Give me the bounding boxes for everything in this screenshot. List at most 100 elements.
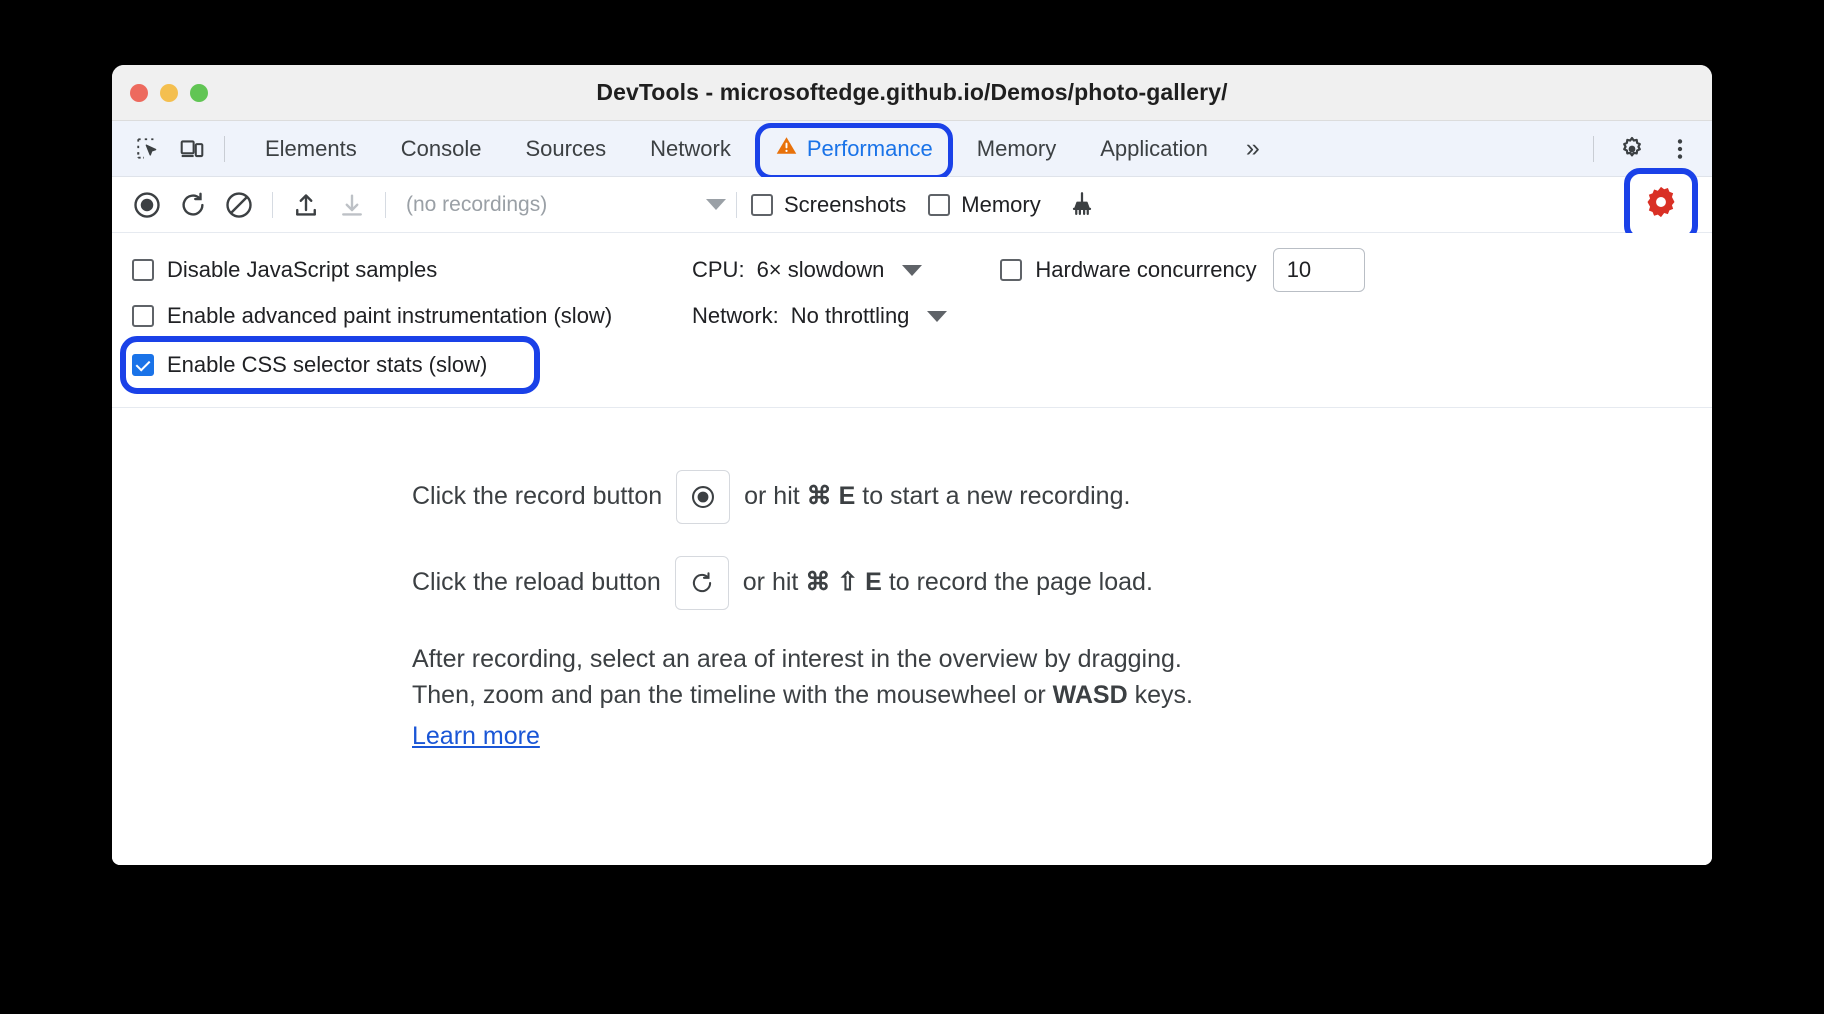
cpu-value[interactable]: 6× slowdown	[757, 257, 885, 283]
hardware-concurrency-label: Hardware concurrency	[1035, 257, 1257, 282]
gear-icon[interactable]	[1610, 127, 1654, 171]
more-tabs-chevron-icon[interactable]: »	[1230, 121, 1274, 176]
reload-shortcut-letter: E	[865, 568, 882, 597]
tab-label: Performance	[806, 135, 933, 161]
tabbar-divider	[224, 135, 225, 162]
tab-sources[interactable]: Sources	[503, 121, 628, 176]
chevron-down-icon	[902, 264, 923, 276]
cpu-label: CPU:	[692, 257, 745, 282]
css-selector-stats-label: Enable CSS selector stats (slow)	[167, 352, 488, 377]
settings-row-3: Enable CSS selector stats (slow)	[112, 336, 1712, 394]
css-selector-stats-box[interactable]	[132, 354, 154, 376]
memory-checkbox[interactable]: Memory	[928, 191, 1041, 218]
window-controls[interactable]	[130, 83, 208, 102]
cpu-dropdown[interactable]	[902, 264, 923, 276]
capture-settings-button[interactable]	[1624, 167, 1698, 242]
network-label: Network:	[692, 303, 779, 328]
tab-label: Sources	[525, 135, 607, 161]
tab-label: Elements	[265, 135, 357, 161]
reload-instruction-suffix: to record the page load.	[888, 568, 1153, 597]
reload-instruction-mid: or hit	[742, 568, 799, 597]
zoom-window-button[interactable]	[190, 83, 208, 102]
devtools-window: DevTools - microsoftedge.github.io/Demos…	[112, 65, 1712, 865]
reload-record-icon[interactable]	[170, 182, 216, 228]
tab-label: Console	[400, 135, 482, 161]
clear-recording-icon[interactable]	[216, 182, 262, 228]
minimize-window-button[interactable]	[160, 83, 178, 102]
reload-record-icon[interactable]	[674, 556, 729, 610]
disable-js-samples-label: Disable JavaScript samples	[167, 257, 438, 282]
tab-label: Memory	[976, 135, 1057, 161]
reload-shortcut-cmd: ⌘	[805, 568, 831, 597]
css-selector-stats-checkbox[interactable]: Enable CSS selector stats (slow)	[132, 352, 487, 378]
record-instruction-mid: or hit	[744, 482, 800, 511]
reload-instruction-prefix: Click the reload button	[412, 568, 661, 597]
capture-settings-pane: Disable JavaScript samples CPU: 6× slowd…	[112, 233, 1712, 408]
settings-row-1: Disable JavaScript samples CPU: 6× slowd…	[112, 247, 1712, 293]
settings-row-2: Enable advanced paint instrumentation (s…	[112, 293, 1712, 339]
screenshots-checkbox[interactable]: Screenshots	[751, 192, 906, 218]
performance-capture-toolbar: (no recordings) Screenshots Memory	[112, 167, 1712, 242]
learn-more-link[interactable]: Learn more	[412, 719, 540, 755]
advanced-paint-box[interactable]	[132, 305, 154, 327]
close-window-button[interactable]	[130, 83, 148, 102]
capture-divider-2	[385, 191, 386, 218]
chevron-down-icon	[927, 310, 948, 322]
performance-landing-page: Click the record button or hit ⌘ E to st…	[112, 408, 1712, 865]
wasd-keys-label: WASD	[1052, 680, 1128, 709]
device-toolbar-icon[interactable]	[170, 127, 214, 171]
tab-memory[interactable]: Memory	[955, 121, 1078, 176]
capture-divider-1	[272, 191, 273, 218]
tab-label: Application	[1100, 135, 1208, 161]
tabbar-right-divider	[1593, 135, 1594, 162]
capture-settings-highlight	[1624, 167, 1698, 242]
disable-js-samples-box[interactable]	[132, 259, 154, 281]
record-button-icon[interactable]	[676, 470, 731, 524]
tab-console[interactable]: Console	[379, 121, 504, 176]
memory-label: Memory	[961, 191, 1041, 217]
window-title: DevTools - microsoftedge.github.io/Demos…	[596, 79, 1228, 105]
chevron-down-icon	[706, 199, 726, 210]
recordings-placeholder-label: (no recordings)	[406, 192, 548, 216]
tab-application[interactable]: Application	[1078, 121, 1230, 176]
tab-list: Elements Console Sources Network Perform…	[243, 121, 1274, 180]
record-button-icon[interactable]	[124, 182, 170, 228]
instructions: Click the record button or hit ⌘ E to st…	[412, 470, 1712, 755]
screenshot-root: DevTools - microsoftedge.github.io/Demos…	[0, 0, 1824, 1014]
hardware-concurrency-input[interactable]: 10	[1272, 248, 1365, 292]
download-profile-icon	[329, 182, 375, 228]
tab-network[interactable]: Network	[628, 121, 753, 176]
tab-elements[interactable]: Elements	[243, 121, 379, 176]
three-dot-menu-icon[interactable]	[1658, 127, 1702, 171]
record-shortcut-keys: ⌘ E	[806, 482, 856, 511]
record-instruction-line: Click the record button or hit ⌘ E to st…	[412, 470, 1712, 524]
overview-help-paragraph: After recording, select an area of inter…	[412, 642, 1712, 755]
inspect-element-icon[interactable]	[126, 127, 170, 171]
capture-divider-3	[736, 191, 737, 218]
overview-help-line-2: Then, zoom and pan the timeline with the…	[412, 678, 1712, 714]
recordings-dropdown[interactable]: (no recordings)	[406, 193, 726, 217]
tab-label: Network	[650, 135, 731, 161]
advanced-paint-label: Enable advanced paint instrumentation (s…	[167, 303, 613, 328]
upload-profile-icon[interactable]	[283, 182, 329, 228]
advanced-paint-checkbox[interactable]: Enable advanced paint instrumentation (s…	[132, 303, 692, 329]
reload-shortcut-shift: ⇧	[837, 568, 859, 597]
record-instruction-suffix: to start a new recording.	[862, 482, 1131, 511]
record-instruction-prefix: Click the record button	[412, 482, 663, 511]
tab-performance[interactable]: Performance	[753, 121, 955, 180]
disable-js-samples-checkbox[interactable]: Disable JavaScript samples	[132, 257, 692, 283]
broom-icon[interactable]	[1059, 182, 1105, 228]
gear-icon	[1643, 184, 1679, 225]
overview-help-line-2c: keys.	[1134, 680, 1193, 709]
network-dropdown[interactable]	[927, 310, 948, 322]
network-value[interactable]: No throttling	[791, 303, 910, 329]
memory-checkbox-box[interactable]	[928, 193, 951, 216]
screenshots-label: Screenshots	[784, 191, 907, 217]
overview-help-line-1: After recording, select an area of inter…	[412, 645, 1182, 673]
overview-help-line-2a: Then, zoom and pan the timeline with the…	[412, 680, 1046, 709]
hardware-concurrency-box[interactable]	[1000, 259, 1023, 281]
devtools-tab-bar: Elements Console Sources Network Perform…	[112, 121, 1712, 180]
screenshots-checkbox-box[interactable]	[751, 193, 773, 216]
warning-triangle-icon	[775, 134, 798, 163]
hardware-concurrency-checkbox[interactable]: Hardware concurrency	[1000, 257, 1257, 283]
